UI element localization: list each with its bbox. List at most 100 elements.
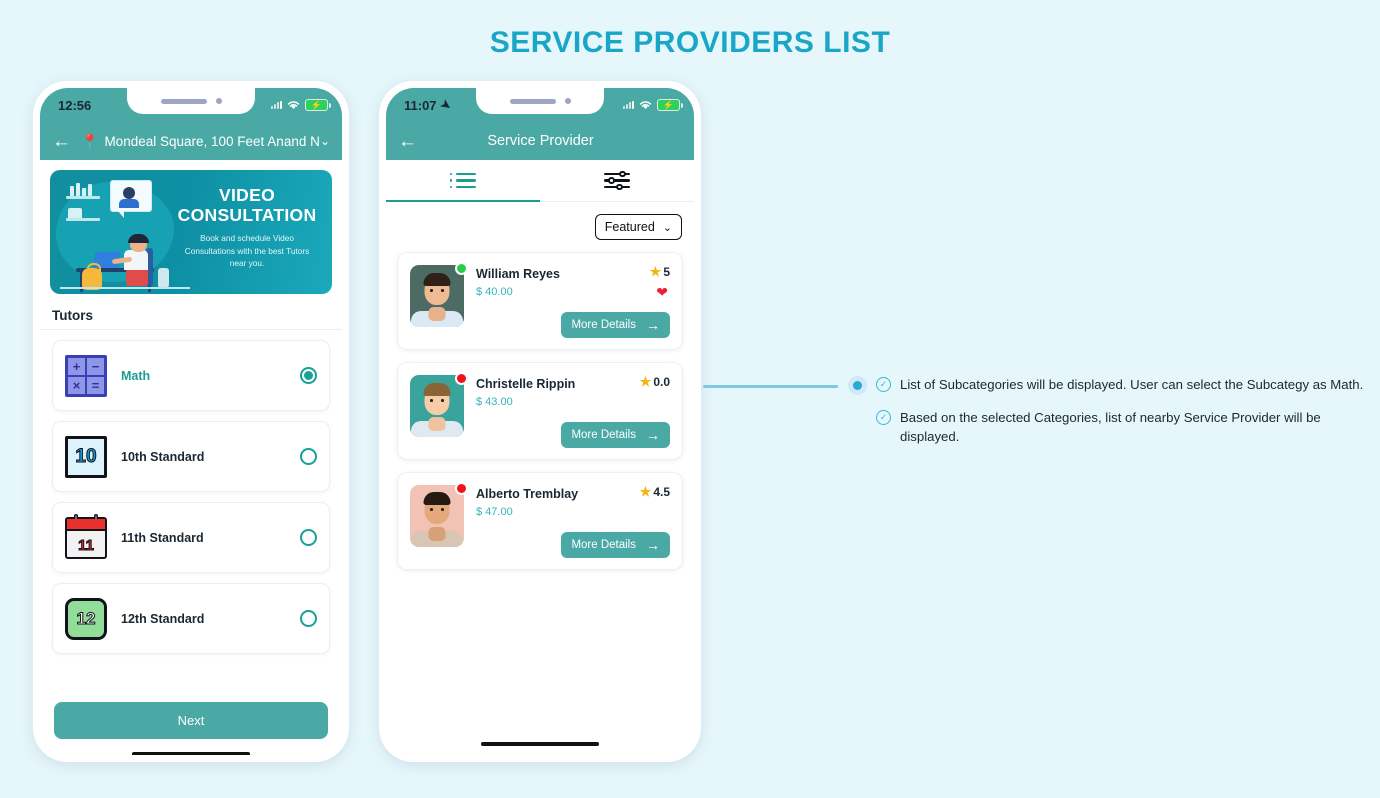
status-dot-offline [455, 372, 468, 385]
phone-notch [127, 88, 255, 114]
annotation-text: List of Subcategories will be displayed.… [900, 377, 1364, 392]
signal-icon [623, 101, 634, 109]
arrow-right-icon: → [646, 537, 660, 553]
status-dot-offline [455, 482, 468, 495]
favorite-heart-icon[interactable]: ❤ [656, 284, 668, 301]
left-appbar: 12:56 ⚡ ← 📍 Mondeal Square, 100 Feet Ana… [40, 88, 342, 160]
rating: ★ 0.0 [640, 374, 670, 390]
annotation-list: ✓ List of Subcategories will be displaye… [876, 375, 1364, 460]
sort-dropdown-label: Featured [604, 220, 655, 234]
page-root: SERVICE PROVIDERS LIST 12:56 ⚡ ← 📍 Monde… [0, 0, 1380, 798]
status-bar-left: 12:56 ⚡ [40, 88, 342, 122]
provider-name: William Reyes [476, 267, 560, 281]
provider-price: $ 40.00 [476, 286, 513, 298]
speaker-grill [160, 98, 207, 104]
provider-price: $ 47.00 [476, 506, 513, 518]
status-time: 12:56 [58, 97, 92, 113]
banner-illustration [50, 170, 190, 294]
tab-list-view[interactable] [386, 160, 540, 202]
right-appbar: 11:07 ➤ ⚡ ← Service Provider [386, 88, 694, 160]
more-details-label: More Details [571, 539, 636, 551]
annotation-text: Based on the selected Categories, list o… [900, 410, 1321, 445]
provider-list: William Reyes $ 40.00 ★ 5 ❤ More Details… [386, 240, 694, 570]
banner-title-line1: VIDEO [219, 185, 276, 205]
arrow-right-icon: → [646, 317, 660, 333]
speaker-grill [509, 98, 556, 104]
calendar-eleven-icon: 11 [65, 513, 107, 559]
section-divider [40, 329, 342, 330]
avatar [410, 375, 464, 437]
provider-price: $ 43.00 [476, 396, 513, 408]
more-details-button[interactable]: More Details → [561, 312, 670, 338]
front-camera [215, 98, 222, 104]
option-label: 11th Standard [121, 530, 204, 545]
battery-charging-icon: ⚡ [657, 99, 683, 111]
star-icon: ★ [639, 484, 652, 499]
arrow-right-icon: → [646, 427, 660, 443]
chevron-down-icon: ⌄ [662, 221, 672, 234]
avatar [410, 485, 464, 547]
more-details-button[interactable]: More Details → [561, 532, 670, 558]
provider-card[interactable]: Alberto Tremblay $ 47.00 ★ 4.5 More Deta… [397, 472, 683, 570]
location-pin-icon: 📍 [81, 132, 99, 149]
next-button[interactable]: Next [54, 702, 328, 739]
banner-subtitle: Book and schedule Video Consultations wi… [184, 233, 310, 269]
rating-value: 4.5 [653, 485, 670, 499]
phone-notch [476, 88, 604, 114]
status-bar-right: 11:07 ➤ ⚡ [386, 88, 694, 122]
filter-sliders-icon [604, 170, 630, 191]
location-arrow-icon: ➤ [437, 96, 454, 114]
rating: ★ 4.5 [640, 484, 670, 500]
tab-filters[interactable] [540, 160, 694, 201]
option-row-math[interactable]: + − × = Math [52, 340, 330, 411]
radio-12th[interactable] [300, 610, 317, 627]
provider-card[interactable]: Christelle Rippin $ 43.00 ★ 0.0 More Det… [397, 362, 683, 460]
annotation-item: ✓ Based on the selected Categories, list… [876, 408, 1364, 446]
provider-name: Christelle Rippin [476, 377, 576, 391]
left-header-row: ← 📍 Mondeal Square, 100 Feet Anand Na...… [40, 122, 342, 160]
annotation-bullet-dot [848, 376, 867, 395]
option-row-11th[interactable]: 11 11th Standard [52, 502, 330, 573]
radio-math[interactable] [300, 367, 317, 384]
list-view-icon [449, 172, 477, 189]
rating-value: 0.0 [653, 375, 670, 389]
option-label: 12th Standard [121, 611, 205, 626]
phone-mockup-left: 12:56 ⚡ ← 📍 Mondeal Square, 100 Feet Ana… [33, 81, 349, 762]
signal-icon [271, 101, 282, 109]
left-screen-body: VIDEO CONSULTATION Book and schedule Vid… [40, 170, 342, 755]
math-symbols-icon: + − × = [65, 354, 107, 397]
rating: ★ 5 [650, 264, 670, 280]
page-title: SERVICE PROVIDERS LIST [489, 26, 891, 59]
annotation-connector-line [703, 385, 838, 388]
phone-mockup-right: 11:07 ➤ ⚡ ← Service Provider Featured ⌄ … [379, 81, 701, 762]
number-ten-icon: 10 [65, 435, 107, 478]
option-row-12th[interactable]: 12 12th Standard [52, 583, 330, 654]
wifi-icon [639, 101, 652, 109]
video-consultation-banner[interactable]: VIDEO CONSULTATION Book and schedule Vid… [50, 170, 332, 294]
right-header-row: ← Service Provider [386, 122, 694, 160]
banner-title-line2: CONSULTATION [177, 204, 317, 225]
home-indicator [132, 752, 250, 755]
more-details-button[interactable]: More Details → [561, 422, 670, 448]
tab-bar [386, 160, 694, 202]
more-details-label: More Details [571, 319, 636, 331]
status-dot-online [455, 262, 468, 275]
more-details-label: More Details [571, 429, 636, 441]
check-circle-icon: ✓ [876, 377, 891, 392]
sort-dropdown[interactable]: Featured ⌄ [594, 214, 682, 240]
star-icon: ★ [649, 264, 662, 279]
battery-charging-icon: ⚡ [305, 99, 331, 111]
radio-11th[interactable] [300, 529, 317, 546]
star-icon: ★ [639, 374, 652, 389]
radio-10th[interactable] [300, 448, 317, 465]
option-label: Math [121, 368, 151, 383]
front-camera [564, 98, 571, 104]
address-text[interactable]: Mondeal Square, 100 Feet Anand Na... [104, 134, 320, 149]
back-arrow-icon[interactable]: ← [398, 132, 417, 151]
chevron-down-icon[interactable]: ⌄ [320, 134, 330, 148]
provider-card[interactable]: William Reyes $ 40.00 ★ 5 ❤ More Details… [397, 252, 683, 350]
status-time: 11:07 ➤ [404, 96, 454, 114]
option-row-10th[interactable]: 10 10th Standard [52, 421, 330, 492]
back-arrow-icon[interactable]: ← [52, 132, 71, 151]
page-header-title: Service Provider [487, 133, 594, 149]
